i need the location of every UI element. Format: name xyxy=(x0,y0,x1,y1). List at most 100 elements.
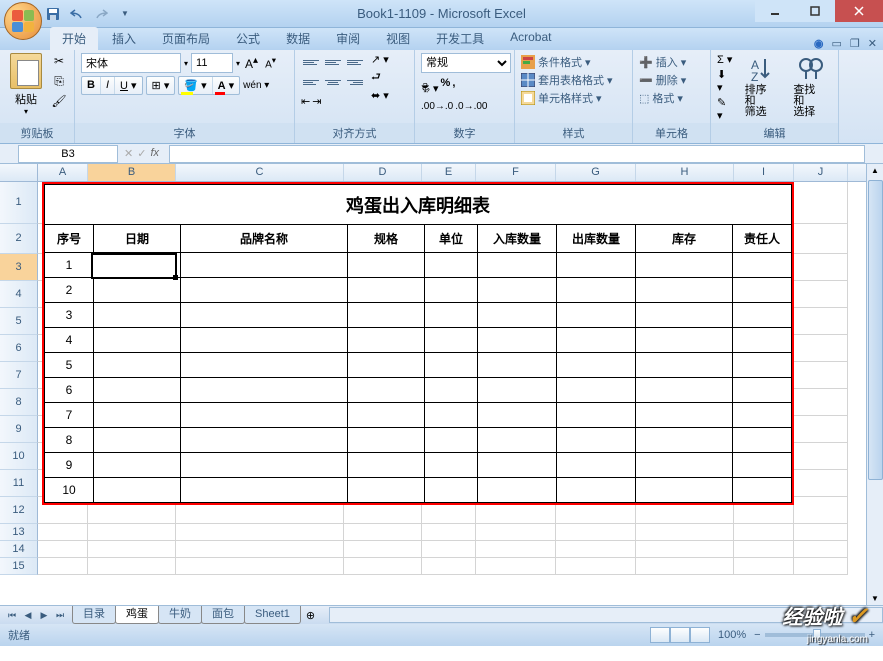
table-cell[interactable]: 4 xyxy=(45,328,94,353)
minimize-button[interactable] xyxy=(755,0,795,22)
table-cell[interactable] xyxy=(733,328,792,353)
underline-button[interactable]: U ▾ xyxy=(115,77,142,94)
col-header-G[interactable]: G xyxy=(556,164,636,181)
col-header-B[interactable]: B xyxy=(88,164,176,181)
table-cell[interactable] xyxy=(478,328,557,353)
decrease-decimal-button[interactable]: .0→.00 xyxy=(455,101,487,112)
table-cell[interactable] xyxy=(733,478,792,503)
align-bottom-button[interactable] xyxy=(345,53,365,71)
name-box[interactable] xyxy=(18,145,118,163)
increase-decimal-button[interactable]: .00→.0 xyxy=(421,101,453,112)
page-layout-view-button[interactable] xyxy=(670,627,690,643)
table-cell[interactable] xyxy=(181,278,348,303)
table-cell[interactable]: 9 xyxy=(45,453,94,478)
table-cell[interactable] xyxy=(636,253,733,278)
zoom-out-button[interactable]: − xyxy=(754,629,760,641)
row-header-9[interactable]: 9 xyxy=(0,416,38,443)
sheet-tab-面包[interactable]: 面包 xyxy=(201,606,245,624)
table-cell[interactable] xyxy=(181,378,348,403)
zoom-level[interactable]: 100% xyxy=(718,629,746,641)
tab-开始[interactable]: 开始 xyxy=(50,27,98,50)
table-cell[interactable]: 6 xyxy=(45,378,94,403)
cell-style-button[interactable]: 单元格样式 ▾ xyxy=(521,89,626,107)
table-cell[interactable] xyxy=(425,278,478,303)
table-cell[interactable] xyxy=(348,303,425,328)
row-header-1[interactable]: 1 xyxy=(0,182,38,224)
table-cell[interactable] xyxy=(181,453,348,478)
table-cell[interactable] xyxy=(181,353,348,378)
scroll-up-icon[interactable]: ▲ xyxy=(871,166,879,175)
table-cell[interactable] xyxy=(478,478,557,503)
fill-color-button[interactable]: 🪣 ▾ xyxy=(179,77,212,94)
table-cell[interactable] xyxy=(478,378,557,403)
close-button[interactable] xyxy=(835,0,883,22)
size-dropdown-icon[interactable]: ▾ xyxy=(236,59,240,68)
percent-button[interactable]: % xyxy=(441,77,451,99)
table-cell[interactable] xyxy=(425,378,478,403)
formula-input[interactable] xyxy=(169,145,865,163)
comma-button[interactable]: , xyxy=(452,77,455,99)
last-sheet-button[interactable]: ⏭ xyxy=(52,610,68,621)
new-sheet-button[interactable]: ⊕ xyxy=(300,609,321,622)
sheet-tab-鸡蛋[interactable]: 鸡蛋 xyxy=(115,606,159,624)
row-header-2[interactable]: 2 xyxy=(0,224,38,254)
phonetic-button[interactable]: wén ▾ xyxy=(243,80,269,91)
table-cell[interactable] xyxy=(733,253,792,278)
table-cell[interactable] xyxy=(733,403,792,428)
table-cell[interactable] xyxy=(348,328,425,353)
table-cell[interactable] xyxy=(94,278,181,303)
table-cell[interactable] xyxy=(557,278,636,303)
table-cell[interactable] xyxy=(478,278,557,303)
table-cell[interactable] xyxy=(94,303,181,328)
table-cell[interactable] xyxy=(733,353,792,378)
tab-视图[interactable]: 视图 xyxy=(374,27,422,50)
enter-formula-icon[interactable]: ✓ xyxy=(137,147,146,160)
table-cell[interactable] xyxy=(348,253,425,278)
align-left-button[interactable] xyxy=(301,73,321,91)
table-cell[interactable] xyxy=(181,478,348,503)
table-cell[interactable] xyxy=(636,353,733,378)
align-center-button[interactable] xyxy=(323,73,343,91)
font-size-select[interactable] xyxy=(191,53,233,73)
table-cell[interactable]: 3 xyxy=(45,303,94,328)
clear-button[interactable]: ✎ ▾ xyxy=(717,96,735,122)
table-cell[interactable] xyxy=(636,278,733,303)
table-cell[interactable] xyxy=(478,353,557,378)
first-sheet-button[interactable]: ⏮ xyxy=(4,610,20,621)
normal-view-button[interactable] xyxy=(650,627,670,643)
sheet-tab-目录[interactable]: 目录 xyxy=(72,606,116,624)
row-header-12[interactable]: 12 xyxy=(0,497,38,524)
col-header-F[interactable]: F xyxy=(476,164,556,181)
italic-button[interactable]: I xyxy=(101,77,115,94)
col-header-J[interactable]: J xyxy=(794,164,848,181)
table-cell[interactable] xyxy=(636,453,733,478)
row-header-14[interactable]: 14 xyxy=(0,541,38,558)
align-middle-button[interactable] xyxy=(323,53,343,71)
col-header-D[interactable]: D xyxy=(344,164,422,181)
help-icon[interactable]: ◉ xyxy=(814,37,824,50)
align-right-button[interactable] xyxy=(345,73,365,91)
tab-数据[interactable]: 数据 xyxy=(274,27,322,50)
table-cell[interactable] xyxy=(425,303,478,328)
number-format-select[interactable]: 常规 xyxy=(421,53,511,73)
table-cell[interactable] xyxy=(348,278,425,303)
wrap-text-button[interactable]: ⮐ xyxy=(371,68,389,87)
select-all-corner[interactable] xyxy=(0,164,38,181)
scroll-thumb[interactable] xyxy=(868,180,883,480)
table-cell[interactable] xyxy=(636,303,733,328)
table-cell[interactable] xyxy=(425,328,478,353)
font-dropdown-icon[interactable]: ▾ xyxy=(184,59,188,68)
paste-button[interactable]: 粘贴 ▾ xyxy=(6,53,46,116)
table-cell[interactable] xyxy=(425,478,478,503)
table-cell[interactable]: 2 xyxy=(45,278,94,303)
table-cell[interactable] xyxy=(733,278,792,303)
row-header-5[interactable]: 5 xyxy=(0,308,38,335)
format-painter-icon[interactable]: 🖌 xyxy=(50,93,68,109)
table-cell[interactable] xyxy=(478,253,557,278)
fx-icon[interactable]: fx xyxy=(150,147,159,160)
col-header-H[interactable]: H xyxy=(636,164,734,181)
table-cell[interactable] xyxy=(636,428,733,453)
cancel-formula-icon[interactable]: ✕ xyxy=(124,147,133,160)
align-top-button[interactable] xyxy=(301,53,321,71)
table-cell[interactable] xyxy=(557,303,636,328)
